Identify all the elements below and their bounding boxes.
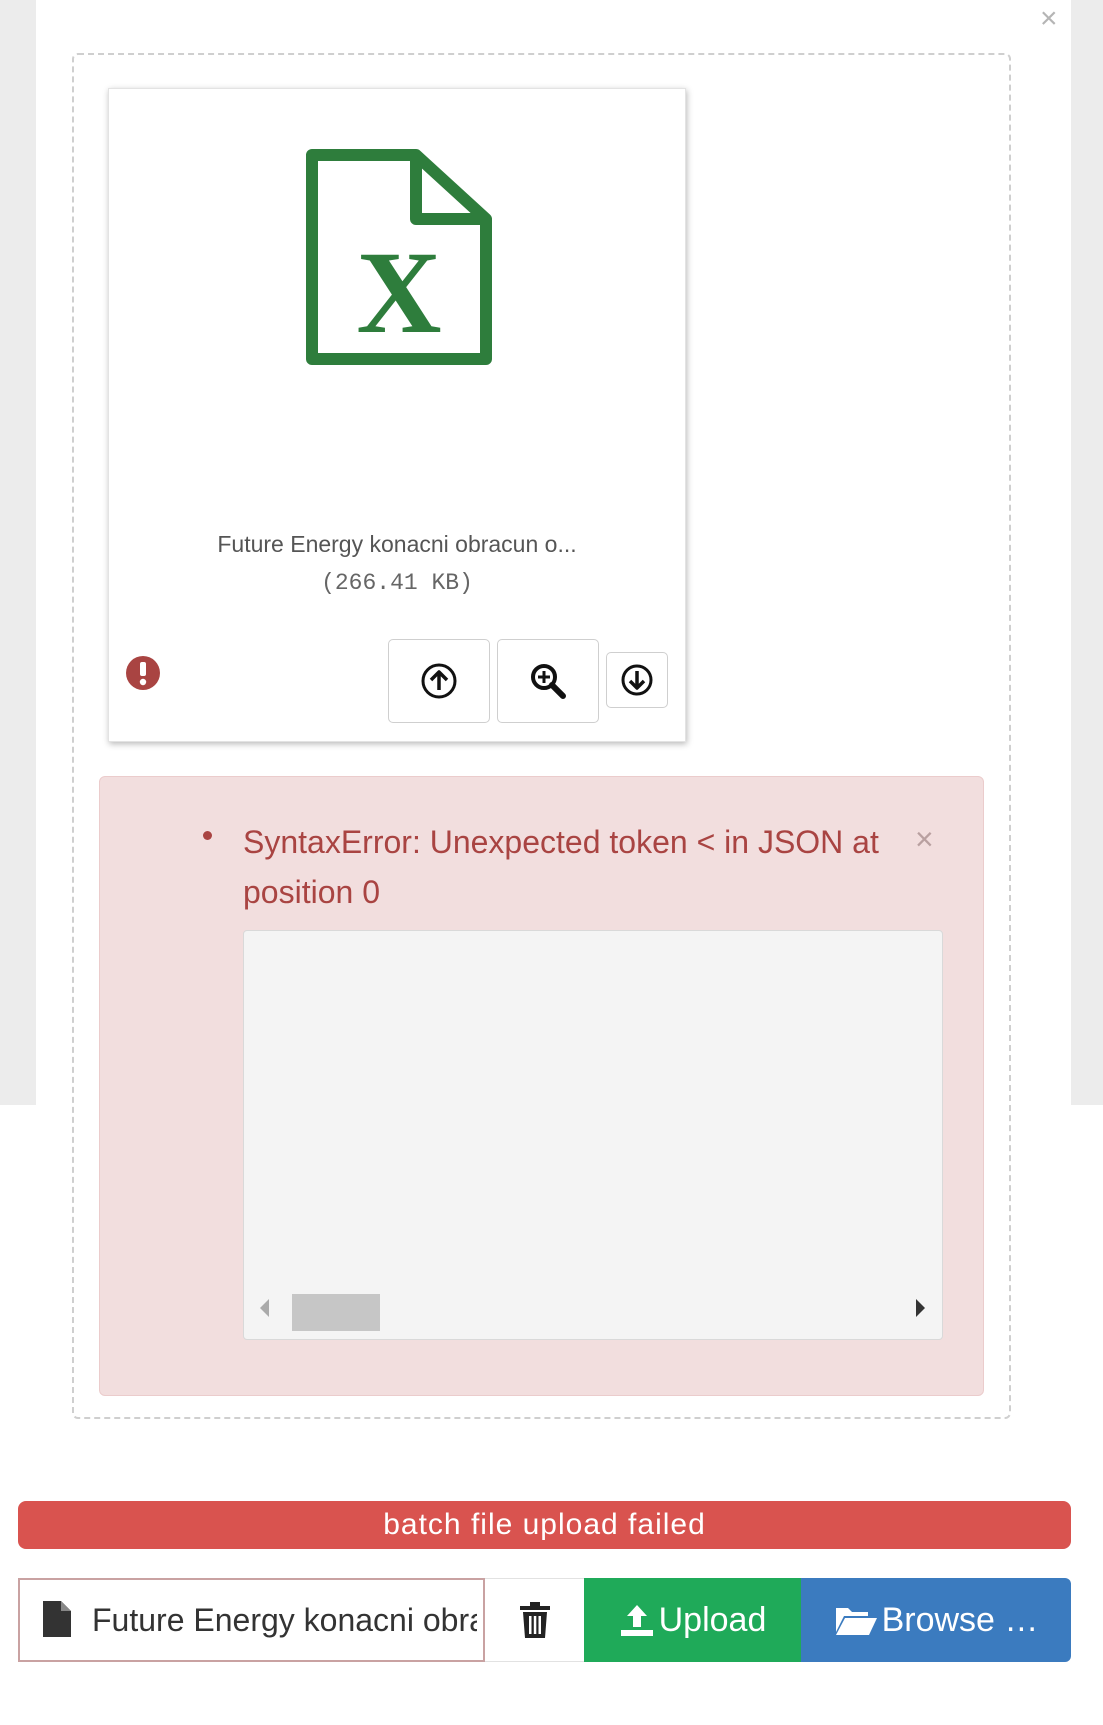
remove-button[interactable] [485, 1578, 584, 1662]
folder-open-icon [835, 1608, 877, 1635]
file-caption: Future Energy konacni obracun o... [217, 531, 577, 557]
scroll-left-arrow-icon[interactable] [260, 1299, 269, 1317]
download-icon [621, 664, 653, 696]
download-file-button[interactable] [606, 652, 668, 708]
file-preview-frame: X Future Energy konacni obracun o... (26… [108, 88, 686, 742]
trash-icon [519, 1602, 550, 1638]
close-icon[interactable]: × [915, 817, 934, 861]
upload-label: Upload [658, 1600, 767, 1639]
exclamation-circle-icon [126, 656, 160, 690]
browse-button[interactable]: Browse … [801, 1578, 1071, 1662]
browse-label: Browse … [881, 1600, 1039, 1639]
excel-file-icon: X [306, 149, 492, 365]
upload-file-button[interactable] [388, 639, 490, 723]
error-message: SyntaxError: Unexpected token < in JSON … [243, 824, 879, 910]
horizontal-scrollbar-thumb[interactable] [292, 1294, 380, 1331]
bullet [203, 831, 212, 840]
upload-icon [620, 1605, 653, 1636]
error-details-box[interactable] [243, 930, 943, 1340]
zoom-icon [531, 664, 566, 699]
file-caption-text: Future Energy konacni obracun o [92, 1602, 477, 1638]
error-alert: SyntaxError: Unexpected token < in JSON … [99, 776, 984, 1396]
upload-button[interactable]: Upload [584, 1578, 801, 1662]
file-size: (266.41 KB) [321, 570, 473, 596]
svg-text:X: X [356, 227, 441, 358]
scroll-right-arrow-icon[interactable] [916, 1299, 925, 1317]
view-details-button[interactable] [497, 639, 599, 723]
close-icon[interactable]: × [1040, 4, 1058, 34]
upload-progress-bar: batch file upload failed [18, 1501, 1071, 1549]
file-caption-field[interactable]: Future Energy konacni obracun o [18, 1578, 485, 1662]
upload-icon [421, 663, 457, 699]
file-input-group: Future Energy konacni obracun o Upload B… [18, 1578, 1071, 1662]
file-icon [43, 1601, 71, 1637]
